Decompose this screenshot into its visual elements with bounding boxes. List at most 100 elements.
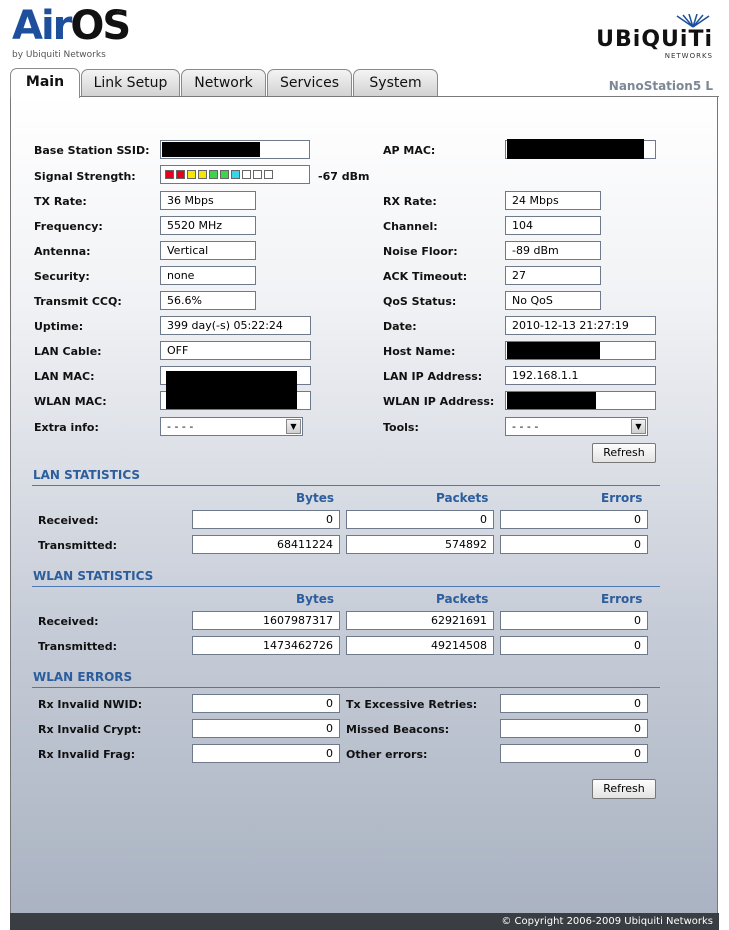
wlan-ip-label: WLAN IP Address: xyxy=(383,395,495,408)
copyright-footer: © Copyright 2006-2009 Ubiquiti Networks xyxy=(10,913,719,930)
signal-bar-cell xyxy=(242,169,251,179)
wlan-stats-divider xyxy=(32,586,660,587)
noise-floor-field: -89 dBm xyxy=(505,241,601,260)
lan-stats-title: LAN STATISTICS xyxy=(33,468,141,482)
tools-select[interactable]: - - - - ▼ xyxy=(505,417,648,436)
extra-info-select[interactable]: - - - - ▼ xyxy=(160,417,303,436)
rx-invalid-crypt-label: Rx Invalid Crypt: xyxy=(38,723,142,736)
rx-rate-label: RX Rate: xyxy=(383,195,437,208)
lan-received-label: Received: xyxy=(38,514,99,527)
lan-mac-label: LAN MAC: xyxy=(34,370,95,383)
extra-info-label: Extra info: xyxy=(34,421,99,434)
signal-bar-cell xyxy=(187,169,196,179)
channel-label: Channel: xyxy=(383,220,438,233)
uptime-field: 399 day(-s) 05:22:24 xyxy=(160,316,311,335)
tab-main[interactable]: Main xyxy=(10,68,80,98)
airos-logo: AirOS xyxy=(12,4,131,48)
logo-trademark: ™ xyxy=(116,10,123,18)
logo-byline: by Ubiquiti Networks xyxy=(12,50,106,60)
antenna-icon xyxy=(676,14,710,28)
wlan-transmitted-bytes: 1473462726 xyxy=(192,636,340,655)
tab-link-setup[interactable]: Link Setup xyxy=(81,69,180,96)
device-name: NanoStation5 L xyxy=(608,79,713,93)
signal-bar-cell xyxy=(253,169,262,179)
chevron-down-icon[interactable]: ▼ xyxy=(286,419,301,434)
signal-bar-cell xyxy=(209,169,218,179)
wlan-received-bytes: 1607987317 xyxy=(192,611,340,630)
ap-mac-redaction xyxy=(507,139,644,159)
chevron-down-icon[interactable]: ▼ xyxy=(631,419,646,434)
wlan-received-label: Received: xyxy=(38,615,99,628)
lan-received-errors: 0 xyxy=(500,510,648,529)
frequency-field: 5520 MHz xyxy=(160,216,256,235)
wlan-bytes-header: Bytes xyxy=(296,592,334,606)
ccq-label: Transmit CCQ: xyxy=(34,295,122,308)
frequency-label: Frequency: xyxy=(34,220,103,233)
signal-bar-cell xyxy=(220,169,229,179)
lan-transmitted-packets: 574892 xyxy=(346,535,494,554)
ccq-field: 56.6% xyxy=(160,291,256,310)
other-errors-label: Other errors: xyxy=(346,748,428,761)
signal-bar-cell xyxy=(264,169,273,179)
missed-beacons-field: 0 xyxy=(500,719,648,738)
lan-bytes-header: Bytes xyxy=(296,491,334,505)
signal-bar-cell xyxy=(165,169,174,179)
tab-system[interactable]: System xyxy=(353,69,438,96)
host-name-redaction xyxy=(507,342,600,359)
signal-bar-cell xyxy=(176,169,185,179)
signal-label: Signal Strength: xyxy=(34,170,136,183)
lan-received-bytes: 0 xyxy=(192,510,340,529)
ap-mac-label: AP MAC: xyxy=(383,144,436,157)
antenna-label: Antenna: xyxy=(34,245,91,258)
ubiquiti-logo: UBiQUiTi NETWORKS xyxy=(596,14,713,60)
rx-invalid-crypt-field: 0 xyxy=(192,719,340,738)
signal-meter xyxy=(160,165,310,184)
date-field: 2010-12-13 21:27:19 xyxy=(505,316,656,335)
lan-transmitted-label: Transmitted: xyxy=(38,539,118,552)
ack-timeout-field: 27 xyxy=(505,266,601,285)
qos-label: QoS Status: xyxy=(383,295,457,308)
tab-network[interactable]: Network xyxy=(181,69,266,96)
lan-packets-header: Packets xyxy=(436,491,489,505)
ubiquiti-wordmark: UBiQUiTi xyxy=(596,27,713,52)
wlan-errors-header: Errors xyxy=(601,592,643,606)
channel-field: 104 xyxy=(505,216,601,235)
tx-excessive-retries-field: 0 xyxy=(500,694,648,713)
rx-rate-field: 24 Mbps xyxy=(505,191,601,210)
wlan-received-errors: 0 xyxy=(500,611,648,630)
extra-info-value: - - - - xyxy=(167,420,194,433)
tab-services[interactable]: Services xyxy=(267,69,352,96)
wlan-errors-title: WLAN ERRORS xyxy=(33,670,133,684)
signal-value: -67 dBm xyxy=(318,170,370,183)
wlan-transmitted-errors: 0 xyxy=(500,636,648,655)
lan-ip-label: LAN IP Address: xyxy=(383,370,483,383)
tools-label: Tools: xyxy=(383,421,419,434)
lan-errors-header: Errors xyxy=(601,491,643,505)
security-label: Security: xyxy=(34,270,90,283)
ubiquiti-networks-text: NETWORKS xyxy=(664,52,713,60)
signal-bar-cell xyxy=(198,169,207,179)
lan-cable-label: LAN Cable: xyxy=(34,345,102,358)
refresh-status-button[interactable]: Refresh xyxy=(592,443,656,463)
lan-stats-divider xyxy=(32,485,660,486)
wlan-transmitted-packets: 49214508 xyxy=(346,636,494,655)
rx-invalid-frag-field: 0 xyxy=(192,744,340,763)
security-field: none xyxy=(160,266,256,285)
tx-rate-label: TX Rate: xyxy=(34,195,87,208)
wlan-received-packets: 62921691 xyxy=(346,611,494,630)
refresh-errors-button[interactable]: Refresh xyxy=(592,779,656,799)
wlan-ip-redaction xyxy=(507,392,596,409)
qos-field: No QoS xyxy=(505,291,601,310)
wlan-errors-divider xyxy=(32,687,660,688)
signal-bar-cell xyxy=(231,169,240,179)
lan-ip-field: 192.168.1.1 xyxy=(505,366,656,385)
antenna-field: Vertical xyxy=(160,241,256,260)
wlan-stats-title: WLAN STATISTICS xyxy=(33,569,154,583)
lan-cable-field: OFF xyxy=(160,341,311,360)
tx-rate-field: 36 Mbps xyxy=(160,191,256,210)
wlan-packets-header: Packets xyxy=(436,592,489,606)
lan-received-packets: 0 xyxy=(346,510,494,529)
mac-redaction xyxy=(166,371,297,409)
rx-invalid-frag-label: Rx Invalid Frag: xyxy=(38,748,136,761)
rx-invalid-nwid-field: 0 xyxy=(192,694,340,713)
